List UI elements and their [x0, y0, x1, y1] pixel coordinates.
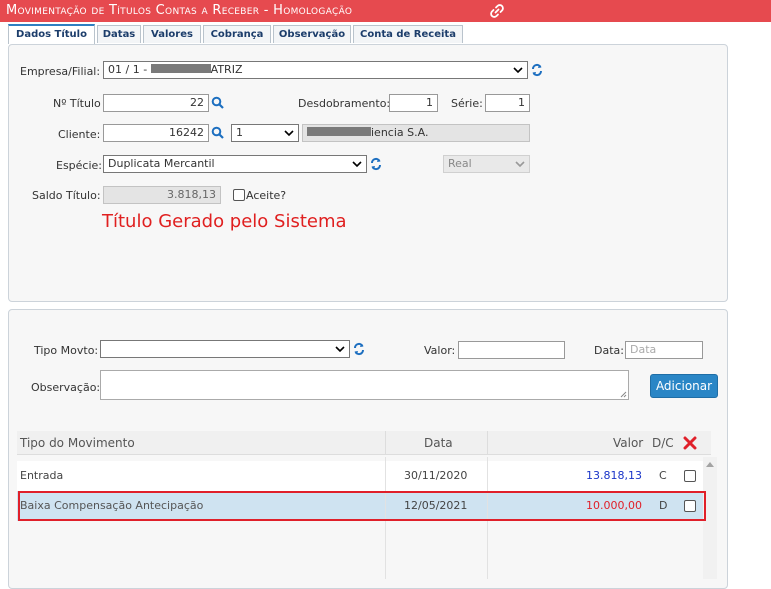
cliente-input[interactable]: 16242 [103, 124, 209, 142]
valor-label: Valor: [424, 344, 456, 357]
moeda-select: Real [443, 155, 530, 173]
refresh-icon[interactable] [369, 157, 383, 171]
tab-valores[interactable]: Valores [143, 25, 201, 43]
chevron-down-icon [335, 346, 345, 353]
data-label: Data: [594, 344, 624, 357]
row-checkbox[interactable] [684, 470, 696, 482]
tipo-movto-select[interactable] [100, 340, 350, 358]
dados-titulo-panel [8, 44, 728, 302]
selected-row-highlight [18, 491, 706, 521]
col-valor[interactable]: Valor [613, 436, 643, 450]
titulo-input[interactable]: 22 [103, 94, 209, 112]
tab-dados-titulo[interactable]: Dados Título [8, 24, 95, 44]
saldo-label: Saldo Título: [32, 189, 101, 202]
especie-value: Duplicata Mercantil [108, 157, 215, 170]
desdobramento-label: Desdobramento: [298, 97, 391, 110]
col-data[interactable]: Data [424, 436, 453, 450]
tab-conta-receita[interactable]: Conta de Receita [353, 25, 463, 43]
cliente-name-field: iencia S.A. [302, 124, 530, 142]
aceite-label: Aceite? [246, 189, 287, 202]
chevron-down-icon [352, 161, 362, 168]
scroll-up-icon[interactable] [706, 461, 714, 467]
table-row[interactable]: Entrada 30/11/2020 13.818,13 C [17, 461, 703, 491]
chevron-down-icon [513, 67, 523, 74]
window-title: Movimentação de Títulos Contas a Receber… [6, 3, 353, 18]
empresa-select[interactable]: 01 / 1 - ATRIZ [103, 61, 528, 79]
data-input[interactable]: Data [625, 341, 703, 359]
chevron-down-icon [284, 130, 294, 137]
titulo-label: Nº Título [53, 97, 101, 110]
especie-label: Espécie: [56, 159, 103, 172]
empresa-value-end: ATRIZ [210, 63, 243, 76]
cliente-label: Cliente: [58, 128, 101, 141]
search-icon[interactable] [211, 126, 225, 140]
empresa-value-start: 01 / 1 - [108, 63, 151, 76]
row-dc: C [659, 469, 667, 482]
tab-observacao[interactable]: Observação [273, 25, 351, 43]
row-valor: 13.818,13 [586, 469, 642, 482]
tab-cobranca[interactable]: Cobrança [203, 25, 271, 43]
moeda-value: Real [448, 157, 472, 170]
saldo-field: 3.818,13 [103, 186, 221, 204]
tipo-movto-label: Tipo Movto: [34, 344, 99, 357]
cliente-select[interactable]: 1 [231, 124, 299, 142]
observacao-textarea[interactable] [100, 370, 629, 400]
desdobramento-input[interactable]: 1 [389, 94, 438, 112]
redacted-block [307, 127, 371, 136]
resize-handle-icon[interactable] [619, 390, 627, 398]
chevron-down-icon [515, 161, 525, 168]
observacao-label: Observação: [31, 381, 101, 394]
valor-input[interactable] [458, 341, 565, 359]
tab-datas[interactable]: Datas [97, 25, 141, 43]
cliente-name-end: iencia S.A. [371, 126, 429, 139]
link-icon[interactable] [489, 3, 505, 19]
cliente-select-value: 1 [236, 126, 243, 139]
refresh-icon[interactable] [530, 63, 544, 77]
empresa-label: Empresa/Filial: [20, 65, 101, 78]
row-data: 30/11/2020 [404, 469, 468, 482]
grid-header: Tipo do Movimento Data Valor D/C [17, 431, 711, 455]
redacted-block [150, 64, 211, 73]
titulo-gerado-message: Título Gerado pelo Sistema [102, 211, 347, 232]
adicionar-button[interactable]: Adicionar [650, 374, 718, 398]
serie-input[interactable]: 1 [485, 94, 530, 112]
col-dc[interactable]: D/C [652, 436, 674, 450]
col-tipo-movimento[interactable]: Tipo do Movimento [20, 436, 135, 450]
aceite-checkbox[interactable] [233, 189, 245, 201]
especie-select[interactable]: Duplicata Mercantil [103, 155, 367, 173]
refresh-icon[interactable] [352, 342, 366, 356]
search-icon[interactable] [211, 96, 225, 110]
delete-all-icon[interactable] [683, 436, 697, 450]
window-title-bar: Movimentação de Títulos Contas a Receber… [0, 0, 771, 22]
row-tipo: Entrada [20, 469, 64, 482]
serie-label: Série: [451, 97, 483, 110]
